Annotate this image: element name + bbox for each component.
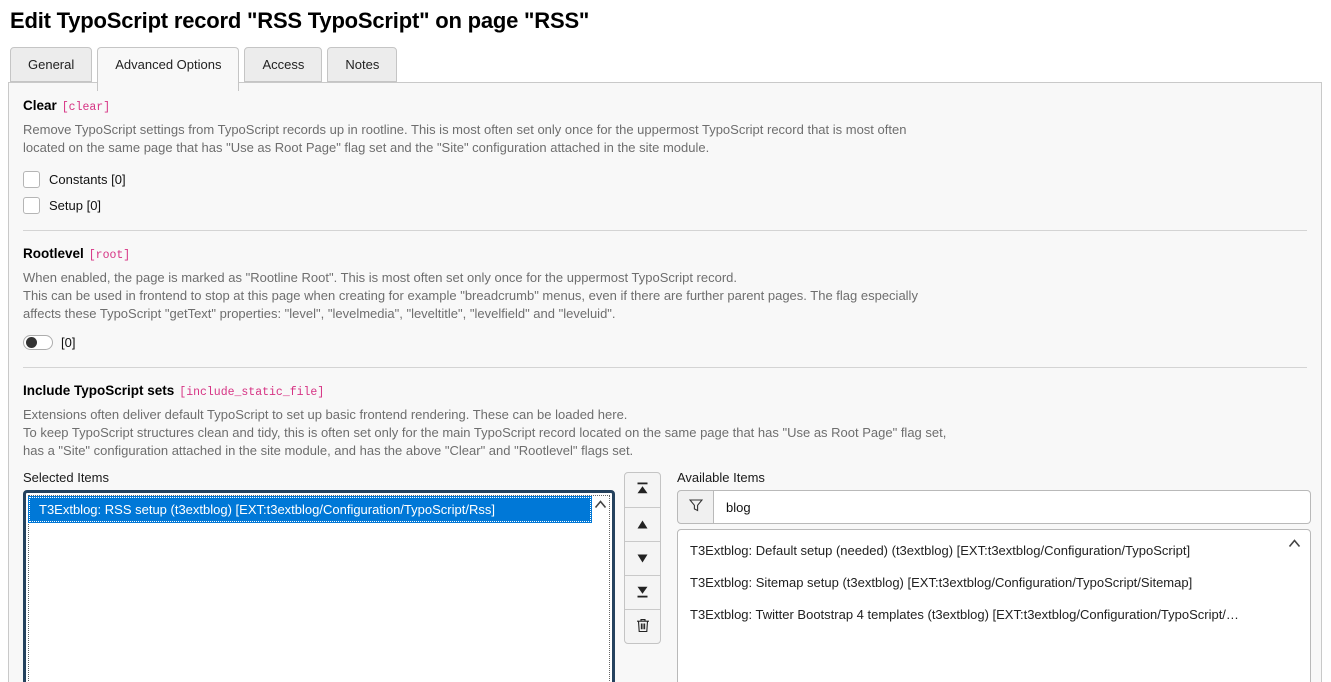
rootlevel-toggle[interactable]: [23, 335, 53, 350]
tab-bar: General Advanced Options Access Notes: [10, 47, 1331, 82]
filter-input[interactable]: [714, 490, 1311, 524]
tab-advanced-options[interactable]: Advanced Options: [97, 47, 239, 91]
rootlevel-label-text: Rootlevel: [23, 246, 84, 261]
available-items-listbox[interactable]: T3Extblog: Default setup (needed) (t3ext…: [677, 529, 1311, 682]
include-sets-field-tag: [include_static_file]: [179, 386, 324, 399]
clear-field-label: Clear [clear]: [23, 98, 1307, 114]
move-to-top-icon: [636, 482, 649, 498]
filter-funnel-icon: [689, 499, 703, 515]
move-up-button[interactable]: [625, 507, 660, 541]
tab-general[interactable]: General: [10, 47, 92, 82]
rootlevel-field-label: Rootlevel [root]: [23, 246, 1307, 262]
include-sets-description-line: has a "Site" configuration attached in t…: [23, 442, 1307, 460]
selected-items-listbox[interactable]: T3Extblog: RSS setup (t3extblog) [EXT:t3…: [23, 490, 615, 682]
clear-label-text: Clear: [23, 98, 57, 113]
tab-notes[interactable]: Notes: [327, 47, 397, 82]
include-sets-description-line: To keep TypoScript structures clean and …: [23, 424, 1307, 442]
scroll-up-icon[interactable]: [1288, 539, 1301, 548]
rootlevel-description-line: When enabled, the page is marked as "Roo…: [23, 269, 1307, 287]
clear-field-tag: [clear]: [62, 101, 110, 114]
page-title: Edit TypoScript record "RSS TypoScript" …: [10, 8, 1331, 34]
clear-description-line: Remove TypoScript settings from TypoScri…: [23, 121, 1307, 139]
focus-ring: [28, 495, 610, 682]
move-to-bottom-icon: [636, 585, 649, 601]
include-sets-label-text: Include TypoScript sets: [23, 383, 174, 398]
selected-items-label: Selected Items: [23, 470, 615, 485]
available-items-label: Available Items: [677, 470, 1311, 485]
tab-access[interactable]: Access: [244, 47, 322, 82]
rootlevel-field-tag: [root]: [89, 249, 130, 262]
move-to-bottom-button[interactable]: [625, 575, 660, 609]
trash-icon: [636, 618, 650, 636]
include-sets-field-label: Include TypoScript sets [include_static_f…: [23, 383, 1307, 399]
selected-option-rss-setup[interactable]: T3Extblog: RSS setup (t3extblog) [EXT:t3…: [28, 496, 592, 523]
section-rootlevel: Rootlevel [root] When enabled, the page i…: [23, 231, 1307, 368]
include-sets-description-line: Extensions often deliver default TypoScr…: [23, 406, 1307, 424]
scroll-up-icon[interactable]: [594, 500, 607, 509]
toggle-knob-icon: [26, 337, 37, 348]
available-item-bootstrap-templates[interactable]: T3Extblog: Twitter Bootstrap 4 templates…: [678, 599, 1310, 631]
delete-button[interactable]: [625, 609, 660, 643]
list-control-button-group: [624, 472, 661, 644]
filter-group: [677, 490, 1311, 524]
available-item-default-setup[interactable]: T3Extblog: Default setup (needed) (t3ext…: [678, 535, 1310, 567]
setup-checkbox-label: Setup [0]: [49, 198, 101, 213]
clear-description-line: located on the same page that has "Use a…: [23, 139, 1307, 157]
rootlevel-toggle-label: [0]: [61, 335, 75, 350]
setup-checkbox[interactable]: [23, 197, 40, 214]
available-item-sitemap-setup[interactable]: T3Extblog: Sitemap setup (t3extblog) [EX…: [678, 567, 1310, 599]
move-to-top-button[interactable]: [625, 473, 660, 507]
filter-button[interactable]: [677, 490, 714, 524]
constants-checkbox-label: Constants [0]: [49, 172, 126, 187]
constants-checkbox[interactable]: [23, 171, 40, 188]
section-clear: Clear [clear] Remove TypoScript settings …: [23, 83, 1307, 231]
rootlevel-description-line: affects these TypoScript "getText" prope…: [23, 305, 1307, 323]
move-down-button[interactable]: [625, 541, 660, 575]
tab-content-panel: Clear [clear] Remove TypoScript settings …: [8, 82, 1322, 682]
rootlevel-description-line: This can be used in frontend to stop at …: [23, 287, 1307, 305]
section-include-typoscript-sets: Include TypoScript sets [include_static_f…: [23, 368, 1307, 682]
move-up-icon: [637, 517, 648, 532]
move-down-icon: [637, 551, 648, 566]
